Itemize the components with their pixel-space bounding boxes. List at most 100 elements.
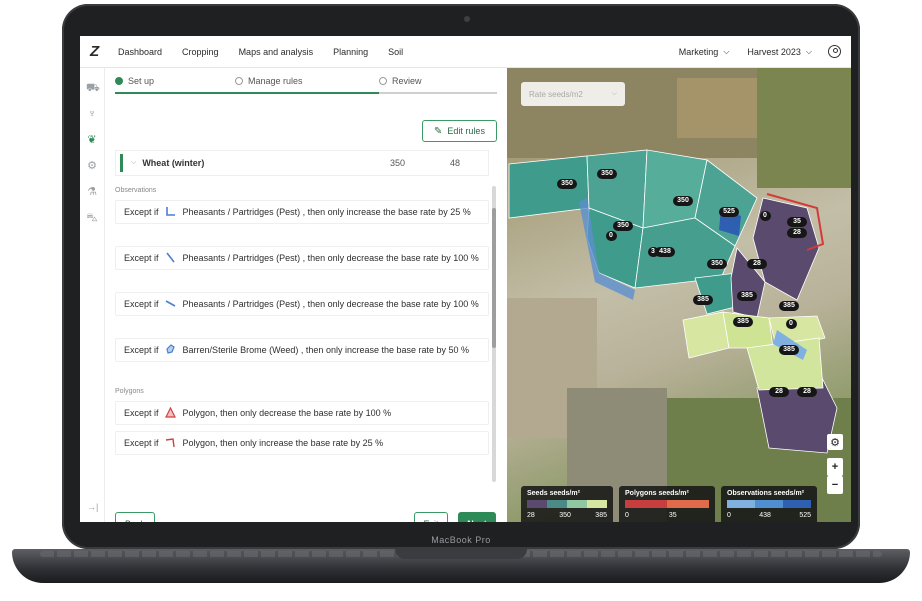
next-button[interactable]: Next [458,512,496,522]
legend-title: Polygons seeds/m² [625,490,689,497]
rule-text: Barren/Sterile Brome (Weed) , then only … [182,345,470,355]
exit-button[interactable]: Exit [414,512,448,522]
zoom-out-button[interactable]: − [827,476,843,494]
legend-tick: 0 [625,512,629,519]
step-label: Review [392,76,422,86]
field-rate-label: 350 [707,259,727,269]
legend-ticks: 0 35 [625,512,709,519]
legend-title: Seeds seeds/m² [527,490,580,497]
crop-row[interactable]: ⌵ Wheat (winter) 350 48 [115,150,489,176]
field-rate-label: 28 [769,387,789,397]
area-observation-icon [166,344,175,354]
line-observation-icon [166,207,176,216]
legend-title: Observations seeds/m² [727,490,805,497]
device-label: MacBook Pro [431,535,491,545]
legend-color-bar [527,500,607,508]
gear-cog-icon[interactable]: ⚙ [86,160,98,172]
nav-planning[interactable]: Planning [333,47,368,57]
rules-panel: Set up Manage rules Review ✎ Edit rules … [105,68,507,522]
crop-value-1: 350 [390,158,406,168]
truck-icon[interactable]: ⛍ [86,212,98,224]
user-account-icon[interactable] [828,45,841,58]
chevron-down-icon: ⌵ [805,46,812,56]
rule-text: Polygon, then only increase the base rat… [182,438,384,448]
field-rate-label: 35 [787,217,807,227]
edit-rules-button[interactable]: ✎ Edit rules [422,120,497,142]
nav-soil[interactable]: Soil [388,47,403,57]
observations-section-label: Observations [115,187,157,194]
legend-tick: 438 [759,512,771,519]
field-rate-label: 28 [747,259,767,269]
field-rate-label: 525 [719,207,739,217]
field-rate-label: 350 [613,221,633,231]
hand-plant-icon[interactable]: ♆ [86,108,98,120]
legend-ticks: 28 350 385 [527,512,607,519]
rule-item[interactable]: Except if Pheasants / Partridges (Pest) … [115,200,489,224]
field-rate-label: 28 [787,228,807,238]
season-selector[interactable]: Harvest 2023 ⌵ [747,47,812,57]
legend-color-bar [727,500,811,508]
legend-observations: Observations seeds/m² 0 438 525 [721,486,817,522]
field[interactable] [508,155,590,219]
pencil-icon: ✎ [434,125,443,137]
rate-select-placeholder: Rate seeds/m2 [529,89,583,99]
nav-cropping[interactable]: Cropping [182,47,219,57]
top-navigation: Z Dashboard Cropping Maps and analysis P… [80,36,851,68]
legend-polygons: Polygons seeds/m² 0 35 [619,486,715,522]
org-selector[interactable]: Marketing ⌵ [679,47,730,57]
rule-item[interactable]: Except if Barren/Sterile Brome (Weed) , … [115,338,489,362]
sprout-icon[interactable]: ❦ [86,134,98,146]
polygons-section-label: Polygons [115,388,144,395]
polygon-line-icon [165,438,175,448]
field-rate-label: 3 [647,247,659,257]
app-logo[interactable]: Z [90,43,118,60]
field-rate-label: 385 [737,291,757,301]
back-button[interactable]: Back [115,512,155,522]
field[interactable] [682,311,730,359]
legend-tick: 350 [559,512,571,519]
chevron-down-icon: ⌵ [723,46,730,56]
line-observation-icon [165,300,176,307]
rule-item[interactable]: Except if Polygon, then only decrease th… [115,401,489,425]
field-rate-label: 385 [779,301,799,311]
step-set-up[interactable]: Set up [115,76,154,86]
rate-select[interactable]: Rate seeds/m2 ⌵ [521,82,625,106]
chevron-down-icon[interactable]: ⌵ [131,159,136,167]
step-review[interactable]: Review [379,76,422,86]
camera-icon [464,16,470,22]
step-label: Set up [128,76,155,86]
field-polygons [507,68,851,522]
step-label: Manage rules [248,76,303,86]
rule-prefix: Except if [124,345,159,355]
step-manage-rules[interactable]: Manage rules [235,76,303,86]
stepper: Set up Manage rules Review [115,76,497,106]
legend-tick: 28 [527,512,535,519]
nav-dashboard[interactable]: Dashboard [118,47,162,57]
legend-seeds: Seeds seeds/m² 28 350 385 [521,486,613,522]
rules-scrollbar-thumb[interactable] [492,208,496,348]
sidebar: ⛟ ♆ ❦ ⚙ ⚗ ⛍ [80,68,105,522]
rule-item[interactable]: Except if Polygon, then only increase th… [115,431,489,455]
field-rate-label: 0 [759,211,771,221]
field-rate-label: 0 [785,319,797,329]
zoom-in-button[interactable]: + [827,458,843,476]
rule-text: Pheasants / Partridges (Pest) , then onl… [182,299,479,309]
field-rate-label: 28 [797,387,817,397]
chevron-down-icon: ⌵ [611,90,617,97]
map-view[interactable]: Rate seeds/m2 ⌵ 350 350 350 525 0 35 28 0 350 438… [507,68,851,522]
tractor-icon[interactable]: ⛟ [86,82,100,94]
map-settings-button[interactable]: ⚙ [827,434,843,450]
field-rate-label: 350 [673,196,693,206]
legend-ticks: 0 438 525 [727,512,811,519]
crop-name: Wheat (winter) [142,158,205,168]
rule-item[interactable]: Except if Pheasants / Partridges (Pest) … [115,292,489,316]
field-rate-label: 385 [779,345,799,355]
rule-prefix: Except if [124,207,159,217]
rule-item[interactable]: Except if Pheasants / Partridges (Pest) … [115,246,489,270]
step-remaining-line [379,92,497,94]
collapse-sidebar-icon[interactable]: →| [87,502,98,512]
check-circle-icon [115,77,123,85]
nav-maps-and-analysis[interactable]: Maps and analysis [239,47,314,57]
edit-rules-label: Edit rules [447,126,485,136]
flask-icon[interactable]: ⚗ [86,186,98,198]
